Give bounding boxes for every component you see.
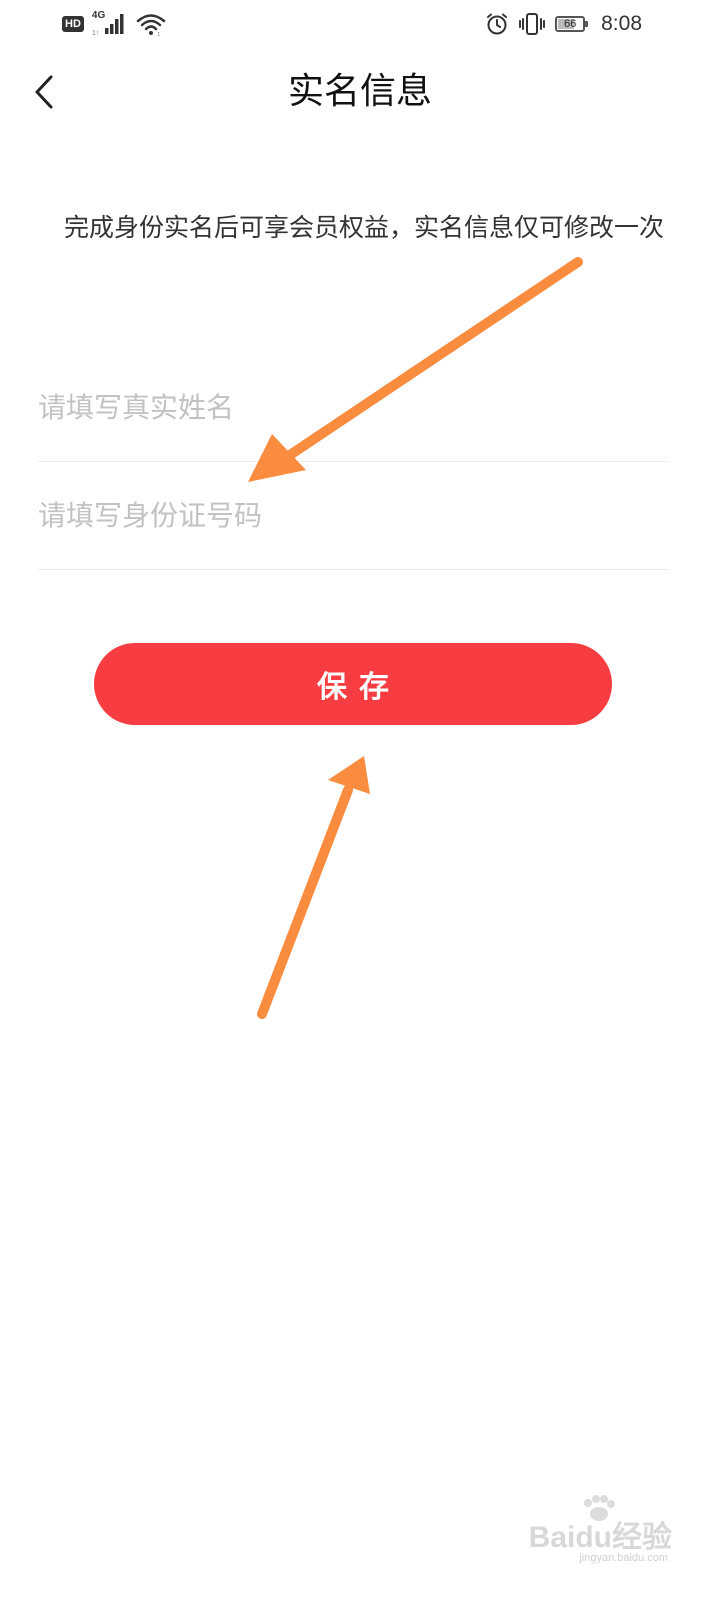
watermark-main: Baidu经验 xyxy=(528,1521,672,1554)
arrow-to-save-button xyxy=(257,756,370,1019)
page-title: 实名信息 xyxy=(287,71,432,112)
real-name-input[interactable] xyxy=(38,354,668,461)
watermark-sub: jingyan.baidu.com xyxy=(579,1552,668,1564)
status-time: 8:08 xyxy=(601,12,642,35)
status-bar: HD 4G 1↑ ↕ 66 8:08 xyxy=(0,0,720,48)
baidu-watermark: Baidu经验 jingyan.baidu.com xyxy=(528,1490,672,1570)
id-number-input[interactable] xyxy=(38,462,668,569)
status-bar-right: 66 8:08 xyxy=(485,8,642,40)
id-number-field xyxy=(38,462,668,570)
svg-text:1↑: 1↑ xyxy=(92,30,99,37)
battery-level: 66 xyxy=(564,18,577,30)
alarm-clock-icon xyxy=(485,12,509,36)
svg-text:↕: ↕ xyxy=(157,31,161,36)
paw-icon xyxy=(584,1495,615,1521)
wifi-icon: ↕ xyxy=(136,12,166,38)
status-bar-left: HD 4G 1↑ ↕ xyxy=(62,10,166,38)
signal-bars-icon: 4G 1↑ xyxy=(92,11,128,37)
save-button[interactable]: 保存 xyxy=(94,643,612,725)
realname-notice: 完成身份实名后可享会员权益，实名信息仅可修改一次 xyxy=(64,213,665,242)
battery-icon: 66 xyxy=(555,16,589,32)
vibrate-icon xyxy=(519,12,546,36)
real-name-field xyxy=(38,354,668,462)
hd-badge: HD xyxy=(62,16,84,32)
header: 实名信息 xyxy=(0,60,720,124)
